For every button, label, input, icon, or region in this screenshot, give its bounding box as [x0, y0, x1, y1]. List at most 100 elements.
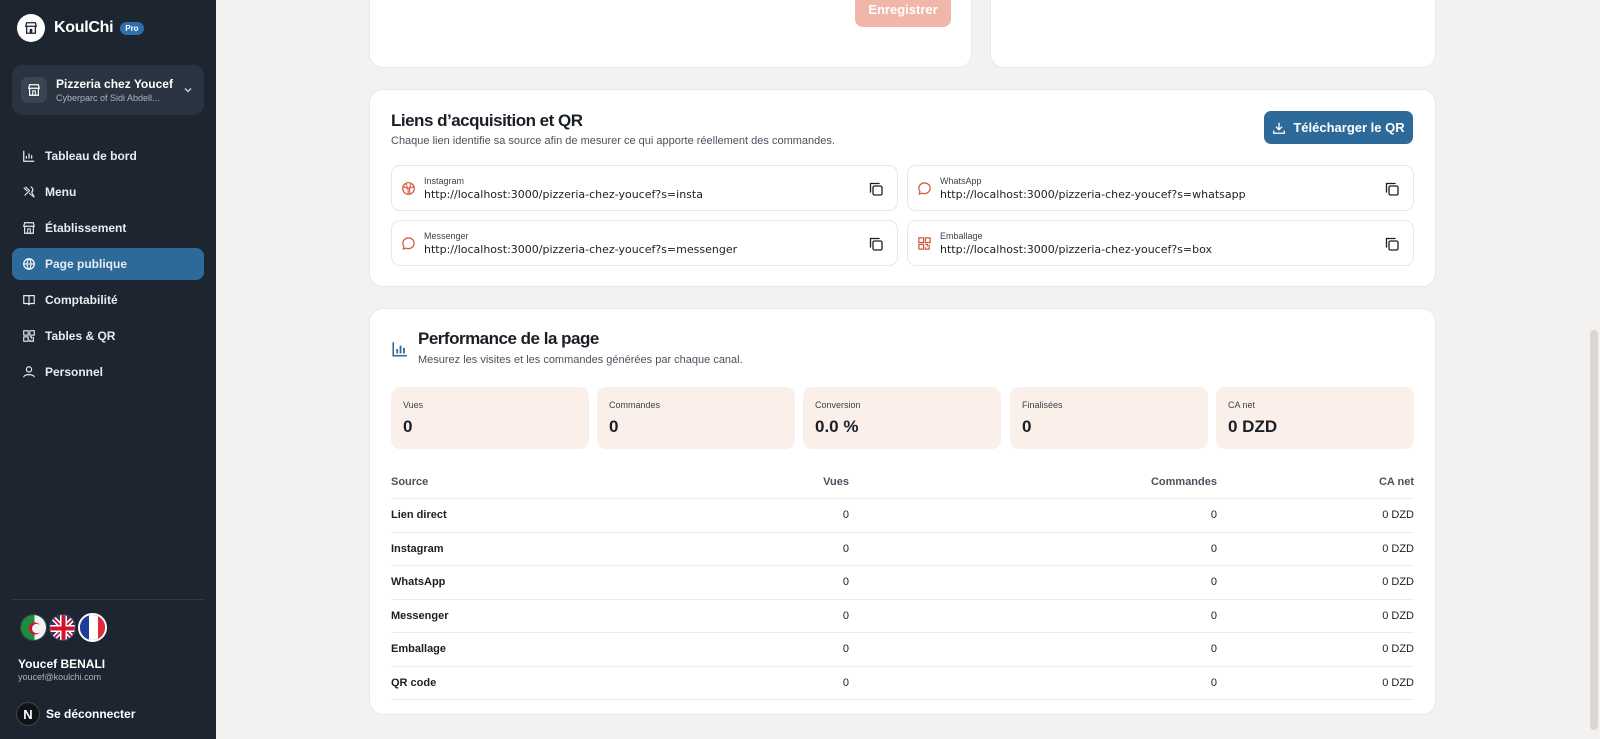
brand[interactable]: KoulChi Pro — [17, 14, 144, 42]
link-url: http://localhost:3000/pizzeria-chez-youc… — [940, 188, 1246, 201]
sidebar-item-public-page[interactable]: Page publique — [12, 248, 204, 280]
sidebar-item-label: Tables & QR — [45, 329, 116, 343]
qr-icon — [918, 237, 931, 250]
stat-value: 0.0 % — [815, 417, 859, 436]
table-cell: 0 — [842, 509, 849, 522]
download-icon — [1273, 122, 1286, 134]
link-url: http://localhost:3000/pizzeria-chez-youc… — [940, 243, 1213, 256]
table-cell: 0 DZD — [1382, 609, 1414, 622]
link-card-whatsapp: WhatsApp http://localhost:3000/pizzeria-… — [907, 165, 1414, 211]
copy-icon[interactable] — [1384, 181, 1400, 197]
acquisition-subtitle: Chaque lien identifie sa source afin de … — [391, 135, 835, 147]
menu-icon — [21, 185, 36, 200]
stat-conversion: Conversion 0.0 % — [803, 387, 1001, 449]
table-cell: 0 DZD — [1382, 542, 1414, 555]
link-name: Instagram — [424, 176, 465, 186]
stat-views: Vues 0 — [391, 387, 589, 449]
table-cell: Emballage — [391, 643, 447, 656]
store-icon — [21, 221, 36, 236]
download-qr-button[interactable]: Télécharger le QR — [1264, 111, 1413, 144]
table-cell: 0 — [842, 542, 849, 555]
column-header: Source — [391, 475, 429, 488]
user-email: youcef@koulchi.com — [18, 672, 102, 682]
chevron-down-icon — [181, 85, 195, 95]
table-cell: 0 DZD — [1382, 509, 1414, 522]
sidebar-item-menu[interactable]: Menu — [12, 176, 204, 208]
establishment-name: Pizzeria chez Youcef — [56, 77, 173, 91]
sidebar-item-tables-qr[interactable]: Tables & QR — [12, 320, 204, 352]
bar-chart-icon — [392, 342, 407, 357]
performance-title: Performance de la page — [418, 329, 599, 348]
copy-icon[interactable] — [868, 236, 884, 252]
link-name: Emballage — [940, 231, 983, 241]
link-card-instagram: Instagram http://localhost:3000/pizzeria… — [391, 165, 898, 211]
table-row: Messenger 0 0 0 DZD — [391, 600, 1414, 633]
table-cell: 0 — [842, 609, 849, 622]
link-url: http://localhost:3000/pizzeria-chez-youc… — [424, 188, 703, 201]
messenger-icon — [402, 237, 415, 251]
stat-label: Conversion — [815, 400, 861, 410]
establishment-switcher[interactable]: Pizzeria chez Youcef Cyberparc of Sidi A… — [12, 65, 204, 115]
qr-icon — [21, 329, 36, 344]
sidebar-nav: Tableau de bord Menu Établissement Page … — [12, 140, 204, 392]
performance-subtitle: Mesurez les visites et les commandes gén… — [418, 354, 743, 366]
column-header: Vues — [823, 475, 849, 488]
link-name: WhatsApp — [940, 176, 982, 186]
preview-card — [990, 0, 1436, 68]
algeria-flag-icon[interactable] — [20, 614, 47, 641]
user-name: Youcef BENALI — [18, 657, 106, 671]
sidebar-item-staff[interactable]: Personnel — [12, 356, 204, 388]
establishment-address: Cyberparc of Sidi Abdell... — [56, 93, 160, 103]
sidebar-item-dashboard[interactable]: Tableau de bord — [12, 140, 204, 172]
brand-name: KoulChi — [54, 19, 114, 36]
table-row: Lien direct 0 0 0 DZD — [391, 499, 1414, 533]
table-cell: 0 DZD — [1382, 643, 1414, 656]
sidebar-divider — [12, 599, 204, 600]
france-flag-icon[interactable] — [78, 613, 107, 642]
table-cell: 0 DZD — [1382, 676, 1414, 689]
link-name: Messenger — [424, 231, 469, 241]
acquisition-title: Liens d’acquisition et QR — [391, 111, 583, 130]
stat-value: 0 — [1022, 417, 1032, 436]
brand-logo-icon — [17, 14, 45, 42]
table-cell: Instagram — [391, 542, 444, 555]
uk-flag-icon[interactable] — [49, 614, 76, 641]
settings-card: Enregistrer — [369, 0, 972, 68]
stat-value: 0 DZD — [1228, 417, 1278, 436]
user-icon — [21, 365, 36, 380]
sidebar: KoulChi Pro Pizzeria chez Youcef Cyberpa… — [0, 0, 216, 739]
copy-icon[interactable] — [1384, 236, 1400, 252]
stat-label: Commandes — [609, 400, 661, 410]
sidebar-item-accounting[interactable]: Comptabilité — [12, 284, 204, 316]
save-button[interactable]: Enregistrer — [855, 0, 951, 27]
logout-button[interactable]: N Se déconnecter — [16, 702, 135, 726]
stat-value: 0 — [403, 417, 413, 436]
table-row: Instagram 0 0 0 DZD — [391, 533, 1414, 566]
stat-label: Finalisées — [1022, 400, 1063, 410]
table-cell: 0 — [842, 676, 849, 689]
sidebar-item-label: Établissement — [45, 221, 127, 235]
stat-label: Vues — [403, 400, 424, 410]
sidebar-item-label: Comptabilité — [45, 293, 118, 307]
table-header: Source Vues Commandes CA net — [391, 465, 1414, 499]
table-row: WhatsApp 0 0 0 DZD — [391, 566, 1414, 600]
link-url: http://localhost:3000/pizzeria-chez-youc… — [424, 243, 738, 256]
table-row: Emballage 0 0 0 DZD — [391, 633, 1414, 667]
table-cell: 0 — [1210, 676, 1217, 689]
table-cell: 0 — [1210, 542, 1217, 555]
table-cell: Lien direct — [391, 509, 447, 522]
scrollbar[interactable] — [1590, 330, 1598, 730]
table-cell: 0 — [1210, 643, 1217, 656]
column-header: CA net — [1378, 475, 1414, 488]
stat-label: CA net — [1228, 400, 1256, 410]
table-cell: 0 — [842, 576, 849, 589]
logout-label: Se déconnecter — [46, 707, 136, 721]
stat-net-revenue: CA net 0 DZD — [1216, 387, 1414, 449]
stat-completed: Finalisées 0 — [1010, 387, 1208, 449]
copy-icon[interactable] — [868, 181, 884, 197]
download-qr-label: Télécharger le QR — [1293, 120, 1405, 135]
chart-icon — [21, 149, 36, 164]
sidebar-item-establishment[interactable]: Établissement — [12, 212, 204, 244]
table-cell: 0 — [1210, 509, 1217, 522]
table-cell: 0 DZD — [1382, 576, 1414, 589]
